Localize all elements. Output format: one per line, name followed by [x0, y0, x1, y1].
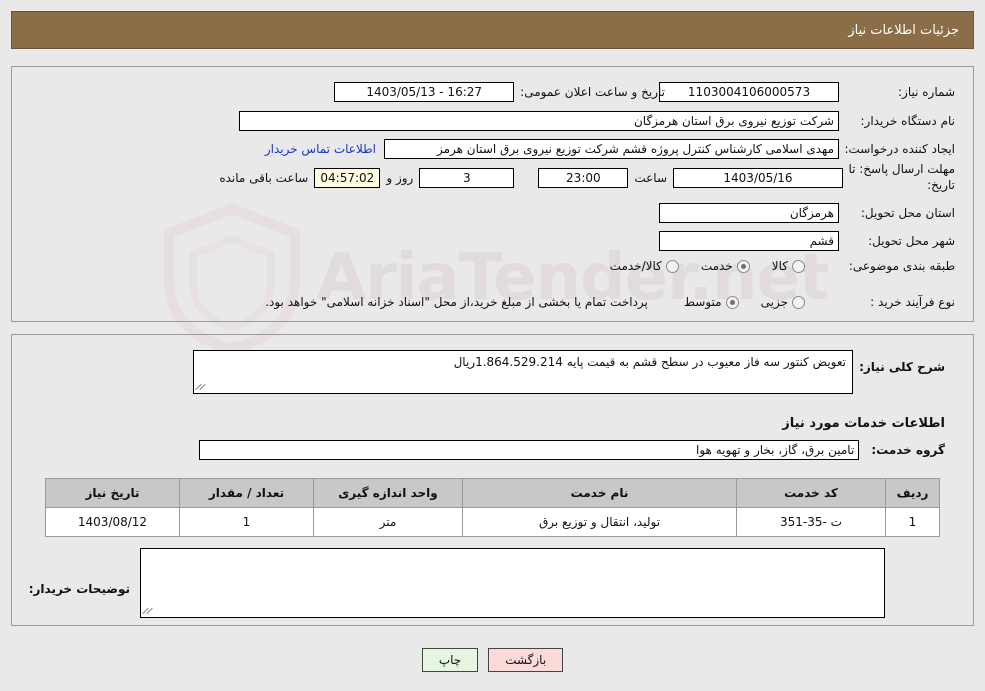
general-desc-label-wrap: شرح کلی نیاز: [859, 360, 945, 374]
radio-icon[interactable] [792, 259, 805, 273]
resize-grip-icon [144, 605, 154, 615]
deadline-date-value: 1403/05/16 [673, 168, 843, 188]
need-number-row: شماره نیاز: 1103004106000573 [659, 82, 955, 102]
cell-index: 1 [885, 507, 940, 537]
process-option-jozee-label: جزیی [760, 295, 788, 309]
general-desc-textarea[interactable]: تعویض کنتور سه فاز معیوب در سطح قشم به ق… [193, 350, 853, 394]
cell-need-date: 1403/08/12 [45, 507, 180, 537]
deadline-row: 1403/05/16 ساعت 23:00 3 روز و 04:57:02 س… [219, 168, 843, 188]
th-quantity: تعداد / مقدار [179, 478, 314, 508]
announce-datetime-row: تاریخ و ساعت اعلان عمومی: 1403/05/13 - 1… [334, 82, 665, 102]
category-option-kala-khedmat-label: کالا/خدمت [609, 259, 662, 273]
services-table: ردیف کد خدمت نام خدمت واحد اندازه گیری ت… [45, 478, 940, 537]
process-option-motevaset-label: متوسط [683, 295, 722, 309]
remaining-days-label: روز و [386, 171, 414, 185]
th-name: نام خدمت [462, 478, 737, 508]
buyer-notes-label-wrap: توضیحات خریدار: [29, 582, 130, 596]
category-label: طبقه بندی موضوعی: [848, 259, 955, 273]
radio-icon[interactable] [725, 295, 739, 309]
buyer-org-row: نام دستگاه خریدار: شرکت توزیع نیروی برق … [239, 111, 955, 131]
process-type-label: نوع فرآیند خرید : [870, 295, 955, 309]
action-buttons: بازگشت چاپ [0, 648, 985, 672]
deadline-hour-label: ساعت [634, 171, 667, 185]
category-row: طبقه بندی موضوعی: کالا خدمت کالا/خدمت [588, 259, 955, 273]
need-number-label: شماره نیاز: [898, 85, 955, 99]
radio-icon[interactable] [792, 295, 805, 309]
process-type-row: نوع فرآیند خرید : جزیی متوسط پرداخت تمام… [265, 295, 955, 309]
category-option-kala[interactable]: کالا [772, 259, 805, 273]
service-group-row: گروه خدمت: تامین برق، گاز، بخار و تهویه … [199, 440, 945, 460]
category-radio-group[interactable]: کالا خدمت کالا/خدمت [588, 259, 805, 273]
resize-grip-icon [197, 381, 207, 391]
cell-quantity: 1 [179, 507, 314, 537]
radio-icon[interactable] [736, 259, 750, 273]
services-table-wrap: ردیف کد خدمت نام خدمت واحد اندازه گیری ت… [45, 478, 940, 537]
general-desc-value: تعویض کنتور سه فاز معیوب در سطح قشم به ق… [453, 355, 846, 369]
deadline-hour-value: 23:00 [538, 168, 629, 188]
city-row: شهر محل تحویل: قشم [659, 231, 955, 251]
service-group-label: گروه خدمت: [871, 443, 945, 457]
buyer-org-value: شرکت توزیع نیروی برق استان هرمزگان [239, 111, 839, 131]
requester-row: ایجاد کننده درخواست: مهدی اسلامی کارشناس… [265, 139, 955, 159]
category-option-kala-khedmat[interactable]: کالا/خدمت [610, 259, 679, 273]
province-row: استان محل تحویل: هرمزگان [659, 203, 955, 223]
cell-name: تولید، انتقال و توزیع برق [462, 507, 737, 537]
countdown-label: ساعت باقی مانده [219, 171, 309, 185]
category-option-kala-label: کالا [771, 259, 788, 273]
th-unit: واحد اندازه گیری [313, 478, 463, 508]
page-title: جزئیات اطلاعات نیاز [848, 22, 959, 38]
th-date: تاریخ نیاز [45, 478, 180, 508]
buyer-contact-link[interactable]: اطلاعات تماس خریدار [265, 142, 376, 156]
announce-datetime-label: تاریخ و ساعت اعلان عمومی: [520, 85, 665, 99]
service-group-value: تامین برق، گاز، بخار و تهویه هوا [199, 440, 860, 460]
province-value: هرمزگان [659, 203, 839, 223]
process-option-jozee[interactable]: جزیی [761, 295, 805, 309]
category-option-khedmat[interactable]: خدمت [701, 259, 750, 273]
buyer-notes-label: توضیحات خریدار: [28, 582, 130, 596]
need-number-value: 1103004106000573 [659, 82, 839, 102]
cell-code: ت -35-351 [736, 507, 886, 537]
city-label: شهر محل تحویل: [868, 234, 955, 248]
requester-label: ایجاد کننده درخواست: [844, 142, 955, 156]
th-code: کد خدمت [736, 478, 886, 508]
announce-datetime-value: 1403/05/13 - 16:27 [334, 82, 515, 102]
print-button[interactable]: چاپ [421, 648, 479, 672]
process-type-radio-group[interactable]: جزیی متوسط [662, 295, 805, 309]
general-desc-label: شرح کلی نیاز: [859, 360, 945, 374]
buyer-notes-textarea[interactable] [140, 548, 885, 618]
need-info-panel [11, 66, 974, 322]
radio-icon[interactable] [665, 259, 679, 273]
requester-value: مهدی اسلامی کارشناس کنترل پروژه قشم شرکت… [384, 139, 839, 159]
page-header: جزئیات اطلاعات نیاز [11, 11, 974, 49]
process-option-motevaset[interactable]: متوسط [684, 295, 739, 309]
table-row: 1 ت -35-351 تولید، انتقال و توزیع برق مت… [45, 507, 940, 537]
buyer-org-label: نام دستگاه خریدار: [860, 114, 956, 128]
category-option-khedmat-label: خدمت [700, 259, 733, 273]
province-label: استان محل تحویل: [860, 206, 955, 220]
services-heading: اطلاعات خدمات مورد نیاز [782, 416, 945, 431]
deadline-label: مهلت ارسال پاسخ: تا تاریخ: [848, 162, 955, 192]
countdown-value: 04:57:02 [314, 168, 381, 188]
th-index: ردیف [885, 478, 940, 508]
table-header-row: ردیف کد خدمت نام خدمت واحد اندازه گیری ت… [45, 478, 940, 508]
city-value: قشم [659, 231, 839, 251]
back-button[interactable]: بازگشت [488, 648, 564, 672]
remaining-days-value: 3 [419, 168, 515, 188]
deadline-label-wrap: مهلت ارسال پاسخ: تا تاریخ: [847, 161, 955, 193]
process-note: پرداخت تمام یا بخشی از مبلغ خرید،از محل … [265, 295, 648, 309]
cell-unit: متر [313, 507, 463, 537]
